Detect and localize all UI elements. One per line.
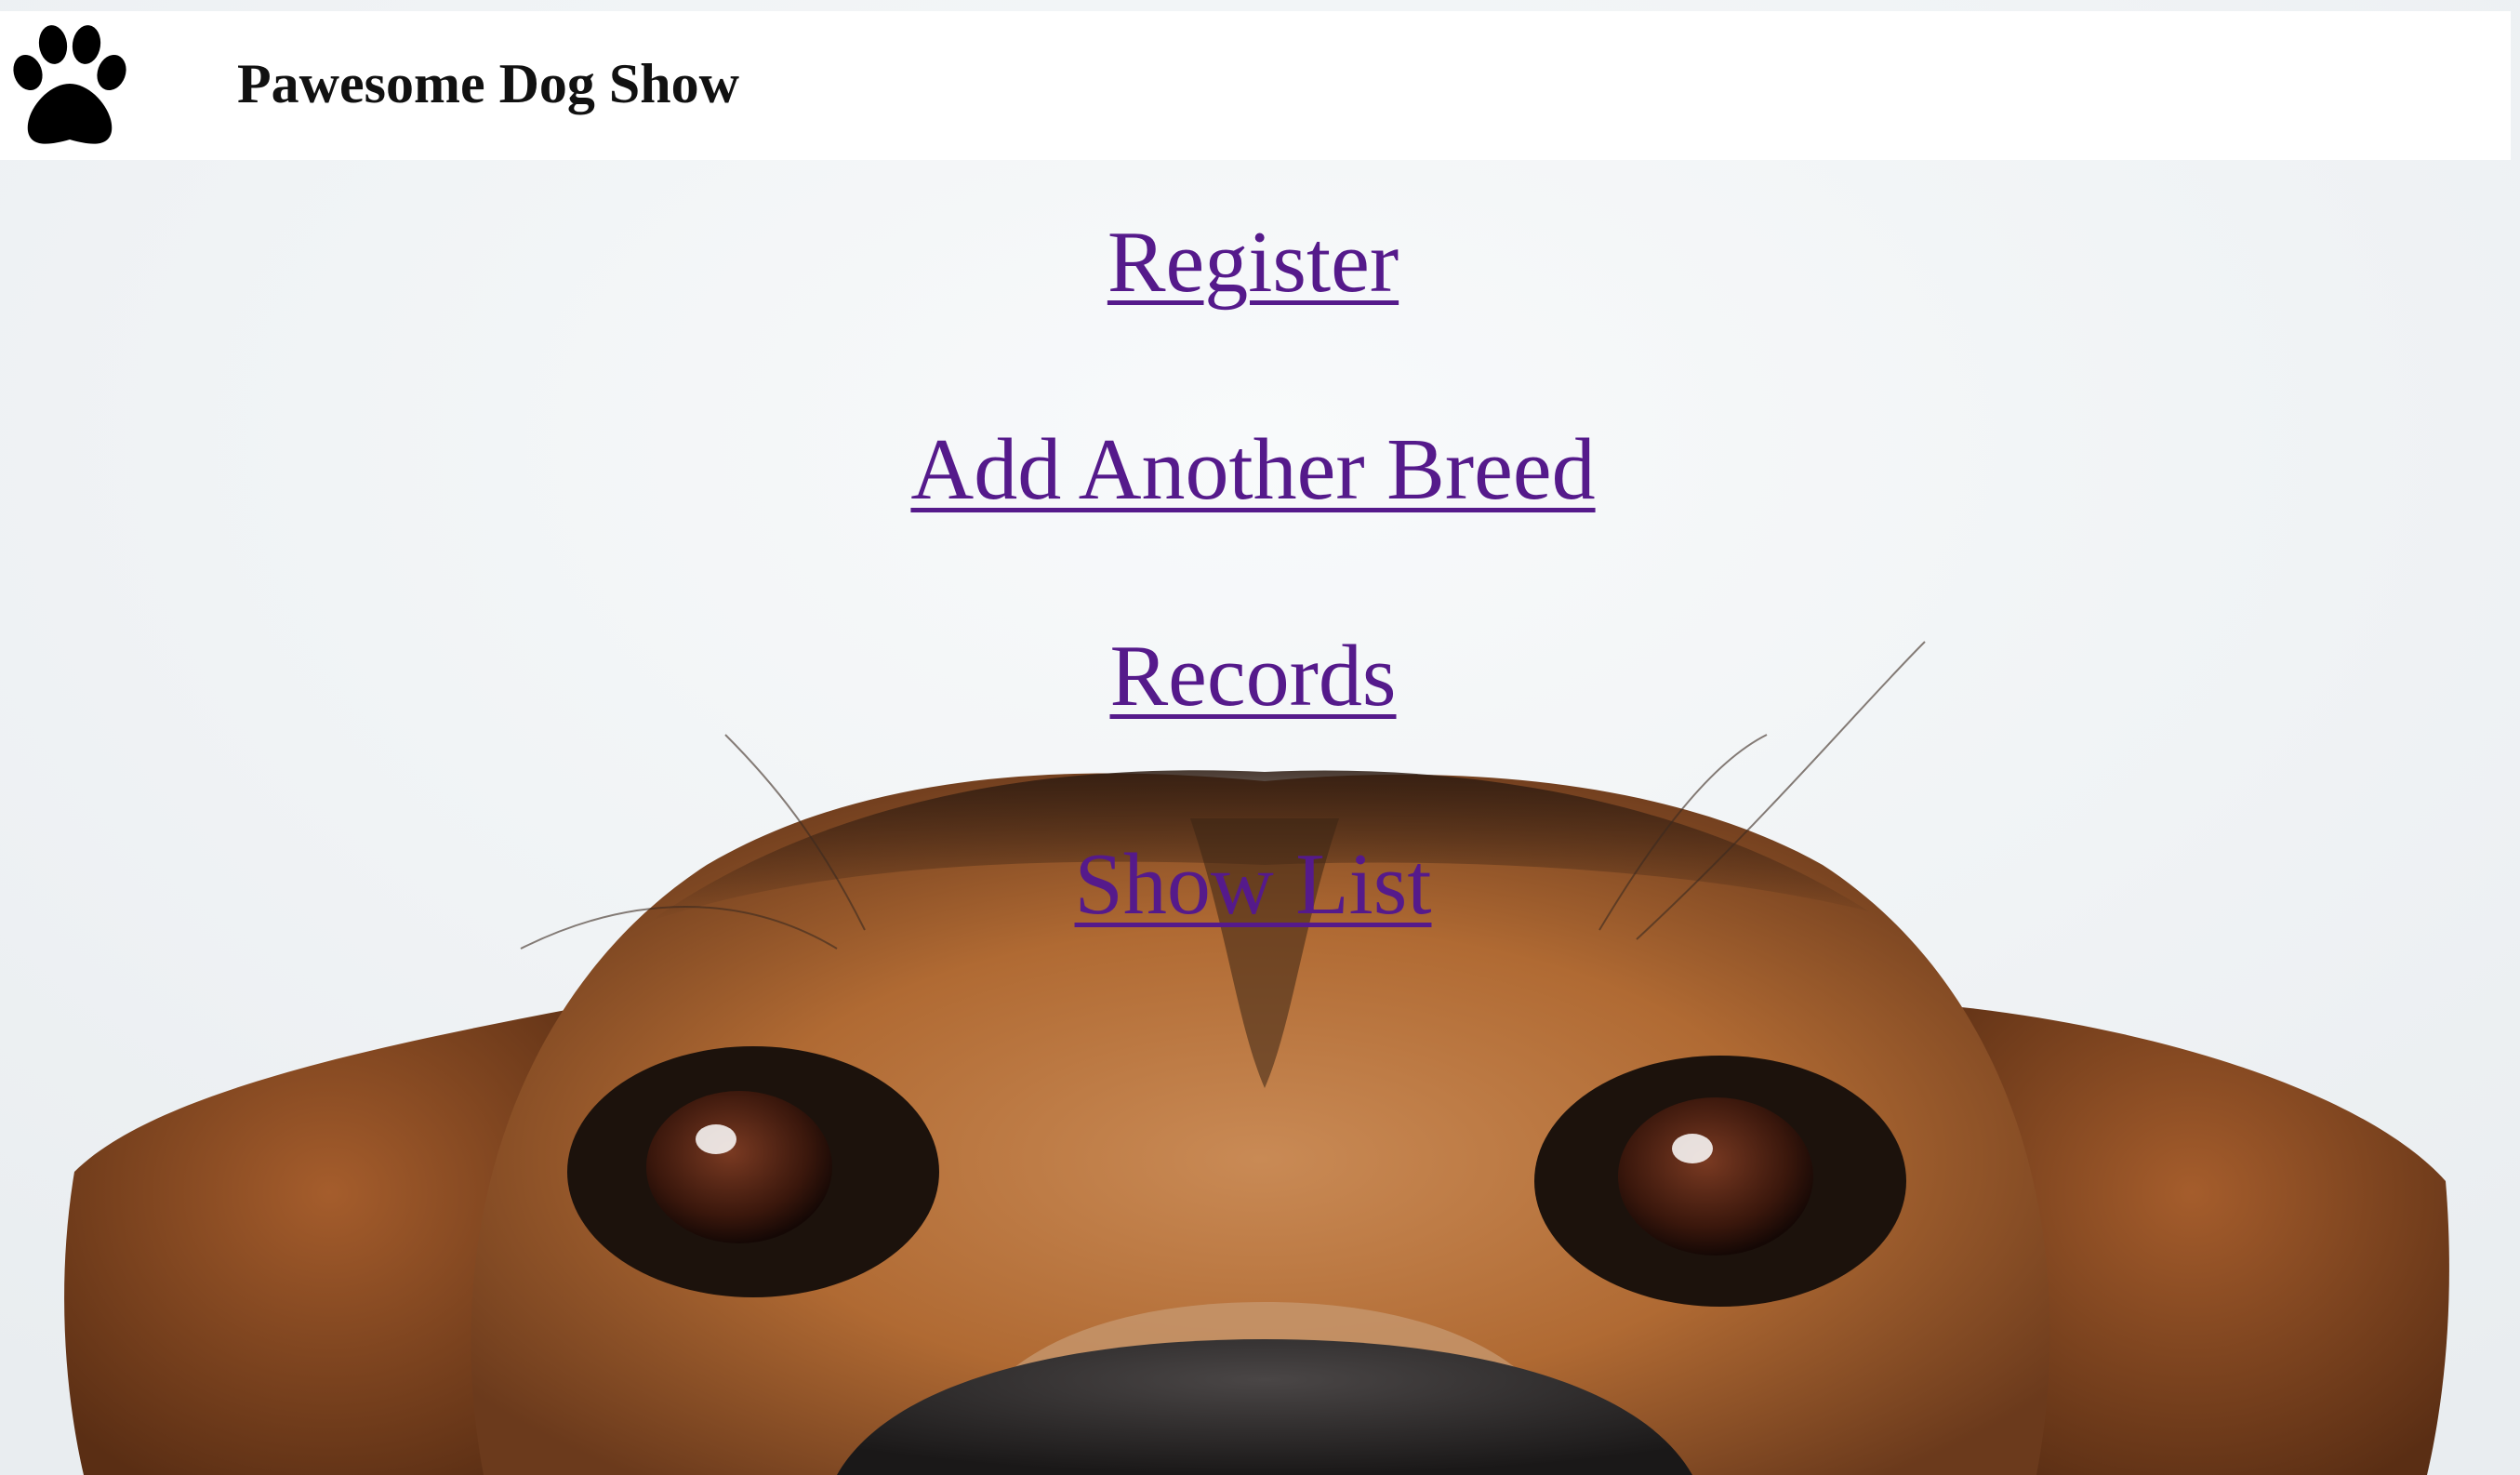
site-title: Pawesome Dog Show [237,53,739,114]
show-list-link[interactable]: Show List [0,841,2506,928]
paw-print-icon[interactable] [0,17,139,156]
top-header-bar: Pawesome Dog Show [0,11,2511,160]
add-another-breed-link[interactable]: Add Another Breed [0,426,2506,513]
records-link[interactable]: Records [0,632,2506,720]
register-link[interactable]: Register [0,219,2506,306]
